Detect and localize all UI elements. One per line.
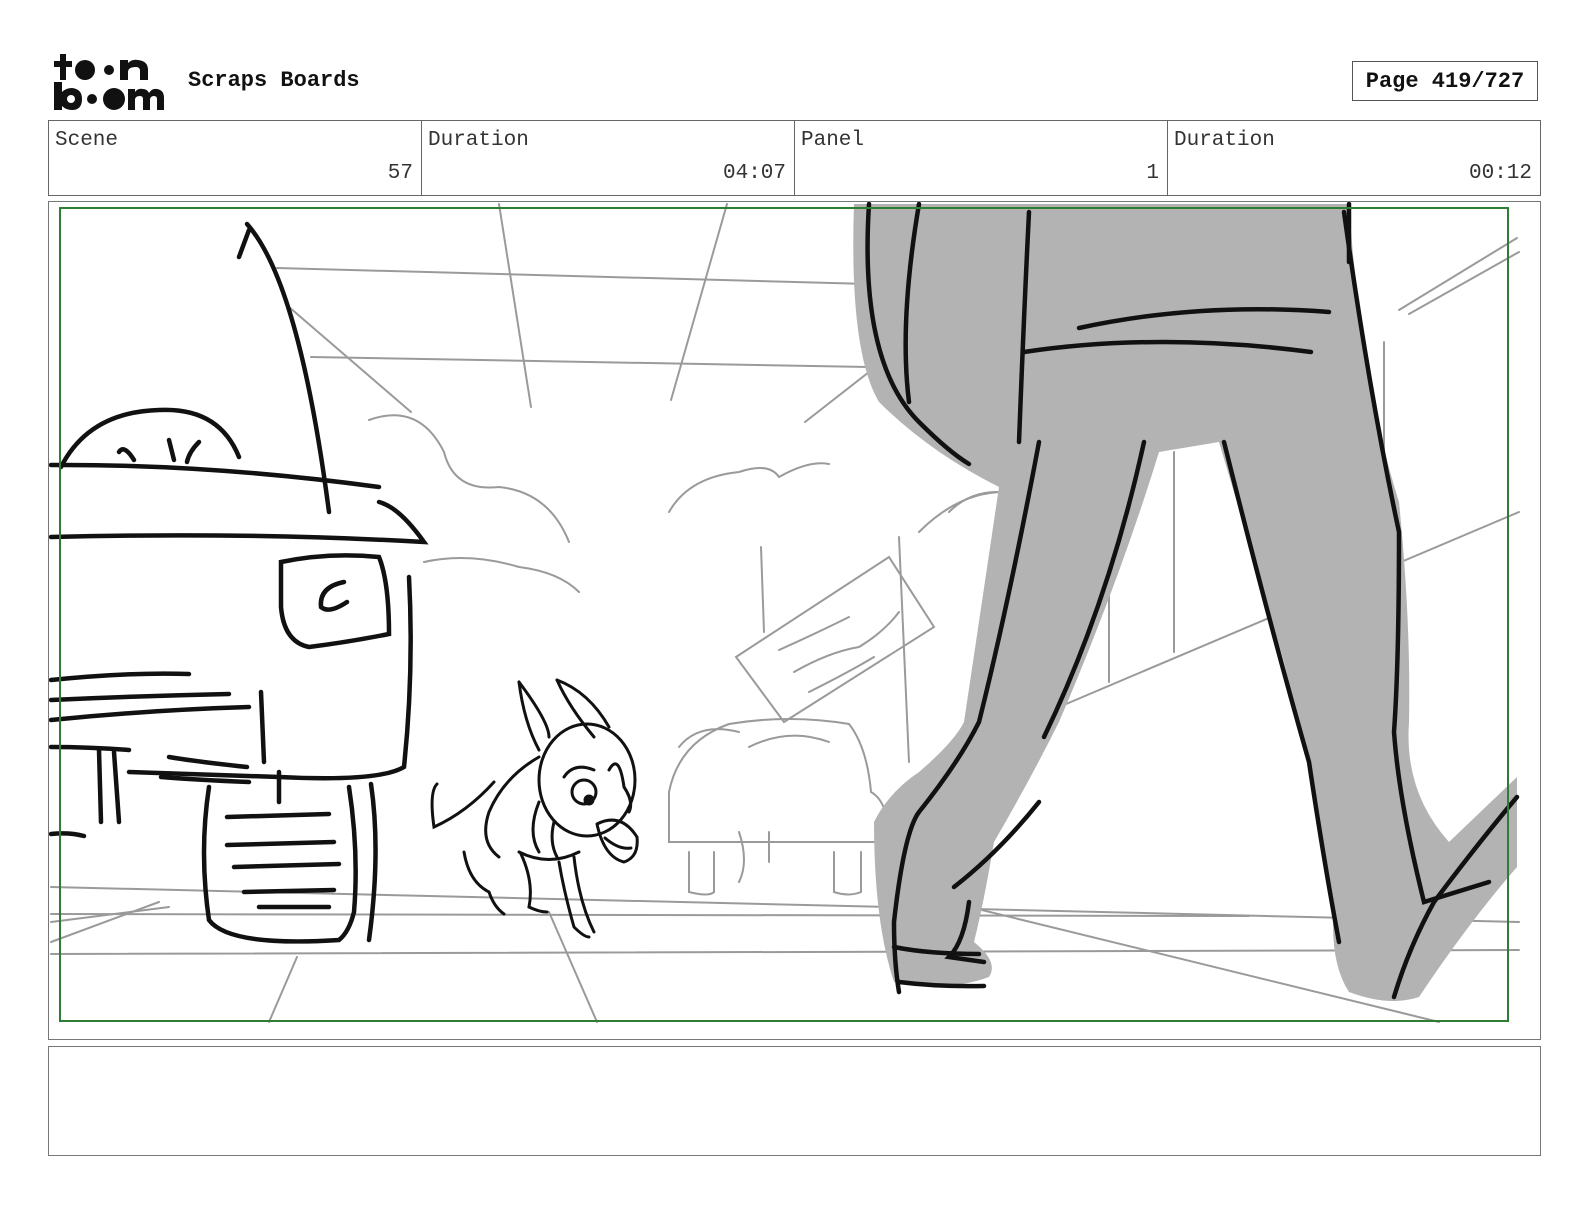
scene-cell: Scene 57 [49,121,422,195]
person-legs-figure [853,202,1520,1001]
scene-duration-value: 04:07 [722,162,786,185]
scene-duration-label: Duration [428,129,529,152]
panel-value: 1 [1146,162,1159,185]
scene-value: 57 [387,162,413,185]
panel-sketch [49,202,1520,1023]
car-front-sketch [49,221,429,944]
app-title: Scraps Boards [188,68,360,93]
panel-cell: Panel 1 [795,121,1168,195]
storyboard-panel [48,201,1541,1040]
storyboard-info-table: Scene 57 Duration 04:07 Panel 1 Duration… [48,120,1541,196]
panel-duration-cell: Duration 00:12 [1168,121,1540,195]
panel-notes-box[interactable] [48,1046,1541,1156]
panel-duration-value: 00:12 [1468,162,1532,185]
toon-boom-logo [52,52,164,112]
toon-boom-logo-icon [54,54,164,110]
panel-label: Panel [801,129,865,152]
scene-label: Scene [55,129,119,152]
scene-duration-cell: Duration 04:07 [422,121,795,195]
page-indicator: Page 419/727 [1352,61,1538,101]
panel-duration-label: Duration [1174,129,1275,152]
